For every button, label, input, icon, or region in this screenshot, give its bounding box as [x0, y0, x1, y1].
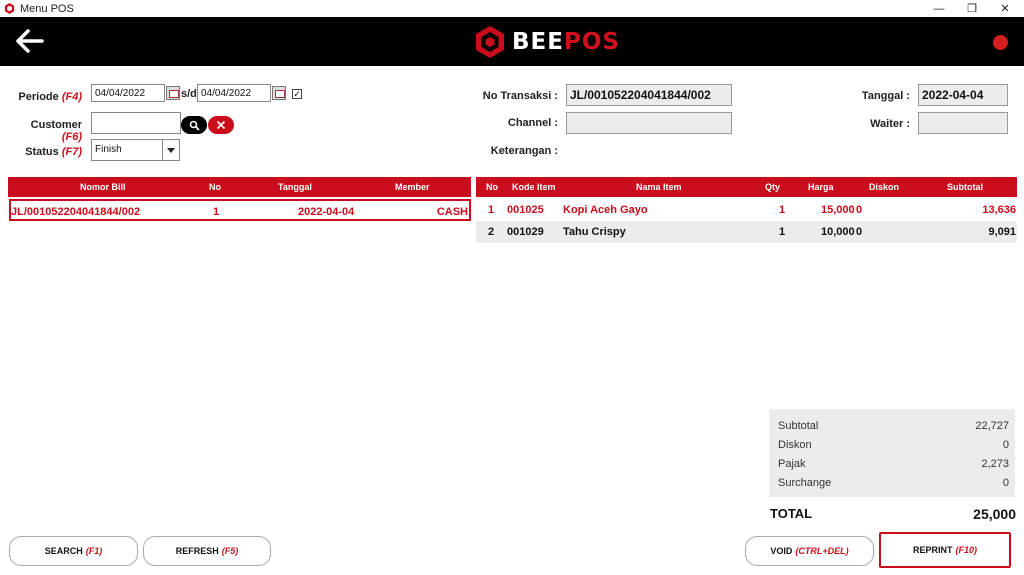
- calendar-icon[interactable]: [166, 86, 180, 100]
- waiter-label: Waiter :: [870, 118, 910, 130]
- close-window-button[interactable]: ✕: [988, 0, 1022, 17]
- summary-pajak: Pajak 2,273: [778, 458, 1009, 470]
- window-titlebar: Menu POS — ❐ ✕: [0, 0, 1024, 17]
- summary-panel: Subtotal 22,727 Diskon 0 Pajak 2,273 Surcha…: [769, 409, 1015, 497]
- status-label: Status (F7): [25, 146, 82, 158]
- keterangan-label: Keterangan :: [490, 145, 558, 157]
- status-select[interactable]: Finish: [91, 139, 180, 161]
- date-from-input[interactable]: 04/04/2022: [91, 84, 165, 102]
- search-customer-button[interactable]: [181, 116, 207, 134]
- back-arrow-icon[interactable]: [14, 27, 46, 55]
- channel-label: Channel :: [507, 117, 558, 129]
- status-indicator: [993, 35, 1008, 50]
- col-tanggal: Tanggal: [278, 182, 312, 192]
- no-transaksi-label: No Transaksi :: [482, 90, 558, 102]
- brand-name: BEEPOS: [512, 29, 620, 55]
- clear-customer-button[interactable]: [208, 116, 234, 134]
- window-title: Menu POS: [20, 2, 74, 15]
- col-no: No: [209, 182, 221, 192]
- date-to-input[interactable]: 04/04/2022: [197, 84, 271, 102]
- no-transaksi-field: JL/001052204041844/002: [566, 84, 732, 106]
- search-icon: [189, 120, 200, 131]
- summary-diskon: Diskon 0: [778, 439, 1009, 451]
- status-select-value: Finish: [95, 144, 122, 155]
- total-value: 25,000: [973, 506, 1016, 522]
- channel-field: [566, 112, 732, 134]
- reprint-button[interactable]: REPRINT (F10): [879, 532, 1011, 568]
- tanggal-field: 2022-04-04: [918, 84, 1008, 106]
- clear-icon: [216, 120, 226, 130]
- period-checkbox[interactable]: ✓: [292, 89, 302, 99]
- summary-subtotal: Subtotal 22,727: [778, 420, 1009, 432]
- app-icon: [4, 3, 15, 14]
- customer-label: Customer (F6): [30, 119, 82, 143]
- table-row[interactable]: 1 001025 Kopi Aceh Gayo 1 15,000 0 13,63…: [476, 199, 1017, 221]
- app-header: BEEPOS: [0, 17, 1024, 66]
- periode-label: Periode (F4): [18, 91, 82, 103]
- tanggal-label: Tanggal :: [861, 90, 910, 102]
- bills-table-header: Nomor Bill No Tanggal Member: [8, 177, 471, 197]
- total-label: TOTAL: [770, 506, 813, 521]
- items-table-header: No Kode Item Nama Item Qty Harga Diskon …: [476, 177, 1017, 197]
- table-row[interactable]: JL/001052204041844/002 1 2022-04-04 CASH: [9, 199, 471, 221]
- calendar-icon[interactable]: [272, 86, 286, 100]
- col-nomor-bill: Nomor Bill: [80, 182, 126, 192]
- customer-input[interactable]: [91, 112, 181, 134]
- brand-logo: BEEPOS: [474, 25, 620, 59]
- beepos-logo-icon: [476, 26, 504, 58]
- chevron-down-icon[interactable]: [162, 140, 179, 160]
- sd-label: s/d: [181, 88, 197, 100]
- void-button[interactable]: VOID (CTRL+DEL): [745, 536, 874, 566]
- table-row[interactable]: 2 001029 Tahu Crispy 1 10,000 0 9,091: [476, 221, 1017, 243]
- col-member: Member: [395, 182, 430, 192]
- refresh-button[interactable]: REFRESH (F5): [143, 536, 271, 566]
- minimize-button[interactable]: —: [922, 0, 956, 17]
- waiter-field: [918, 112, 1008, 134]
- summary-surcharge: Surchange 0: [778, 477, 1009, 489]
- search-button[interactable]: SEARCH (F1): [9, 536, 138, 566]
- maximize-button[interactable]: ❐: [955, 0, 989, 17]
